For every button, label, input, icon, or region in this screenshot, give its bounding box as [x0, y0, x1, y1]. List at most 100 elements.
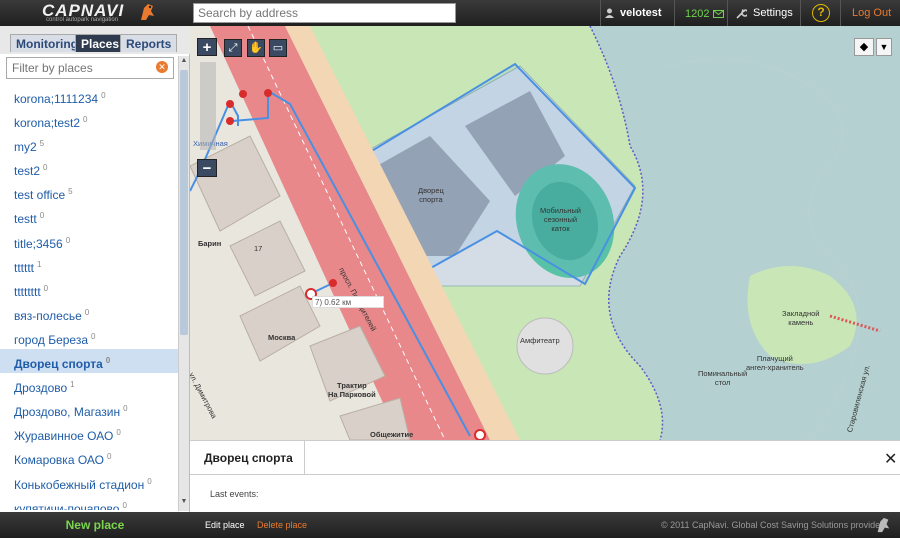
- balance-value: 1202: [685, 8, 710, 20]
- zoom-slider[interactable]: [200, 62, 216, 150]
- footer-logo-icon: [877, 517, 890, 533]
- route-point: [226, 100, 234, 108]
- divider: [840, 0, 841, 26]
- list-item[interactable]: my2 5: [0, 132, 178, 156]
- layer-dropdown-icon[interactable]: ▼: [876, 38, 892, 56]
- distance-tooltip: 7) 0.62 км: [312, 296, 384, 308]
- map-label-stone: Закладной камень: [782, 309, 820, 327]
- tab-places[interactable]: Places: [75, 34, 126, 52]
- new-place-button[interactable]: New place: [0, 512, 190, 538]
- edit-place-link[interactable]: Edit place: [205, 520, 245, 530]
- places-scrollbar[interactable]: ▲ ▼: [178, 56, 189, 511]
- ruler-icon[interactable]: ▭: [269, 39, 287, 57]
- logout-link[interactable]: Log Out: [852, 7, 891, 19]
- help-button[interactable]: ?: [812, 4, 830, 22]
- place-name: tttttt: [14, 260, 35, 275]
- place-count: 0: [43, 163, 48, 173]
- place-name: title;3456: [14, 236, 63, 251]
- list-item[interactable]: вяз-полесье 0: [0, 301, 178, 325]
- list-item[interactable]: Дроздово 1: [0, 373, 178, 397]
- divider: [190, 474, 900, 475]
- logo-tagline: control autopark navigation: [46, 17, 119, 23]
- place-name: test office: [14, 188, 66, 203]
- user-menu[interactable]: velotest: [605, 7, 662, 19]
- divider: [800, 0, 801, 26]
- list-item[interactable]: Журавинное ОАО 0: [0, 421, 178, 445]
- map-label-moscow: Москва: [268, 333, 296, 342]
- divider: [727, 0, 728, 26]
- route-point: [474, 429, 486, 440]
- place-count: 0: [39, 211, 45, 221]
- fullscreen-icon[interactable]: ⤢: [224, 39, 242, 57]
- sidebar: Monitoring Places Reports ✕ korona;11112…: [0, 26, 190, 512]
- places-list: korona;1111234 0 korona;test2 0 my2 5 test2 0 te…: [0, 84, 178, 510]
- envelope-icon: [713, 10, 725, 18]
- list-item[interactable]: korona;1111234 0: [0, 84, 178, 108]
- list-item[interactable]: test office 5: [0, 180, 178, 204]
- route-point: [239, 90, 247, 98]
- place-name: tttttttt: [14, 284, 41, 299]
- map-label-building-17: 17: [254, 244, 263, 253]
- balance-indicator[interactable]: 1202: [685, 8, 725, 20]
- scroll-down-arrow-icon[interactable]: ▼: [180, 498, 188, 508]
- divider: [674, 0, 675, 26]
- list-item[interactable]: testt 0: [0, 204, 178, 228]
- place-count: 0: [123, 404, 128, 414]
- place-count: 0: [122, 500, 127, 510]
- route-point: [226, 117, 234, 125]
- wrench-icon: [736, 8, 747, 19]
- place-name: город Береза: [14, 332, 89, 347]
- list-item[interactable]: Дроздово, Магазин 0: [0, 397, 178, 421]
- address-search-input[interactable]: [193, 3, 456, 23]
- scroll-up-arrow-icon[interactable]: ▲: [180, 57, 188, 67]
- sidebar-tabs: Monitoring Places Reports: [0, 26, 190, 54]
- place-count: 0: [83, 115, 88, 125]
- list-item[interactable]: title;3456 0: [0, 229, 178, 253]
- list-item[interactable]: город Береза 0: [0, 325, 178, 349]
- list-item[interactable]: Комаровка ОАО 0: [0, 445, 178, 469]
- bottom-bar: New place Edit place Delete place © 2011…: [0, 512, 900, 538]
- map-canvas[interactable]: [190, 26, 900, 440]
- place-info-title: Дворец спорта: [204, 451, 293, 465]
- map-layer-icon[interactable]: ◆: [854, 38, 874, 56]
- place-name: test2: [14, 164, 41, 179]
- close-icon[interactable]: ✕: [884, 449, 897, 469]
- scroll-thumb[interactable]: [180, 70, 188, 335]
- map-label-barin: Барин: [198, 239, 222, 248]
- place-info-panel: Дворец спорта ✕ Last events:: [190, 440, 900, 512]
- distance-value: 7) 0.62 км: [315, 298, 352, 307]
- map-label-rink: Мобильный сезонный каток: [540, 206, 581, 233]
- settings-button[interactable]: Settings: [736, 7, 793, 19]
- map-label-amphitheatre: Амфитеатр: [520, 336, 560, 345]
- clear-filter-icon[interactable]: ✕: [156, 61, 168, 73]
- list-item[interactable]: купятичи-почапово 0: [0, 494, 178, 510]
- place-name: Конькобежный стадион: [14, 477, 145, 492]
- place-name: вяз-полесье: [14, 308, 82, 323]
- list-item[interactable]: test2 0: [0, 156, 178, 180]
- user-icon: [605, 8, 614, 18]
- place-name: Комаровка ОАО: [14, 453, 104, 468]
- place-count: 0: [106, 452, 112, 462]
- place-name: Журавинное ОАО: [14, 429, 114, 444]
- place-count: 0: [101, 91, 106, 100]
- map-label-dormitory: Общежитие: [370, 430, 414, 439]
- delete-place-link[interactable]: Delete place: [257, 520, 307, 530]
- place-count: 5: [39, 139, 45, 149]
- list-item[interactable]: Конькобежный стадион 0: [0, 470, 178, 494]
- pan-hand-icon[interactable]: ✋: [247, 39, 265, 57]
- place-name: korona;1111234: [14, 92, 99, 106]
- route-point: [329, 279, 337, 287]
- route-point: [264, 89, 272, 97]
- list-item[interactable]: tttttt 1: [0, 253, 178, 277]
- zoom-in-button[interactable]: +: [197, 38, 217, 56]
- list-item[interactable]: tttttttt 0: [0, 277, 178, 301]
- zoom-out-button[interactable]: −: [197, 159, 217, 177]
- map-view[interactable]: Дворец спорта Мобильный сезонный каток Амфи…: [190, 26, 900, 440]
- tab-reports[interactable]: Reports: [120, 34, 178, 52]
- list-item[interactable]: korona;test2 0: [0, 108, 178, 132]
- places-filter-input[interactable]: [6, 57, 174, 79]
- list-item[interactable]: Дворец спорта 0: [0, 349, 178, 374]
- tab-monitoring[interactable]: Monitoring: [10, 34, 84, 52]
- place-count: 0: [147, 476, 152, 486]
- place-count: 1: [70, 380, 75, 390]
